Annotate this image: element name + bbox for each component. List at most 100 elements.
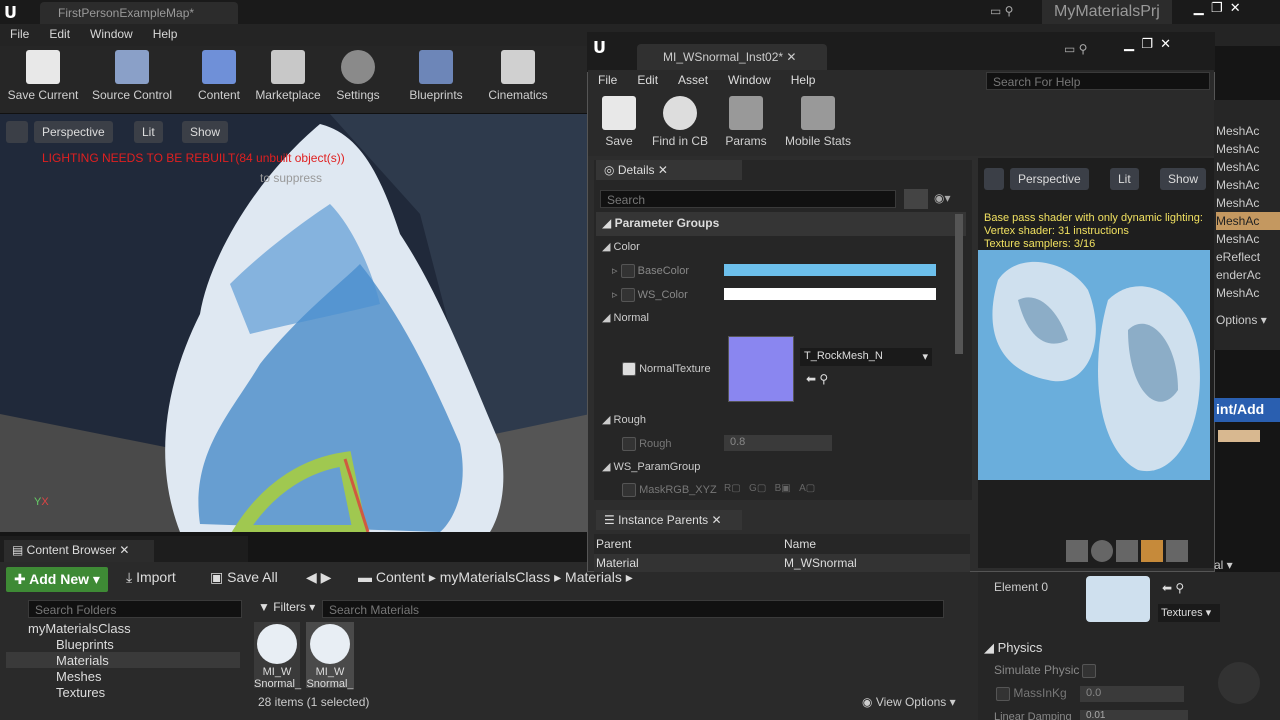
viewport-options-button[interactable] — [6, 121, 28, 143]
source-control-button[interactable]: Source Control — [86, 46, 178, 112]
cinematics-button[interactable]: Cinematics — [484, 46, 552, 112]
instance-parent-row[interactable]: Material M_WSnormal — [594, 554, 970, 572]
blueprints-button[interactable]: Blueprints — [404, 46, 468, 112]
outliner-item[interactable]: enderAc — [1216, 266, 1280, 284]
color-swatch[interactable] — [1218, 430, 1260, 442]
outliner-item[interactable]: MeshAc — [1216, 284, 1280, 302]
eye-icon[interactable]: ◉▾ — [934, 191, 951, 205]
textures-dropdown[interactable]: Textures ▾ — [1158, 604, 1220, 622]
show-button[interactable]: Show — [182, 121, 229, 143]
menu-edit[interactable]: Edit — [39, 24, 80, 44]
outliner-item-selected[interactable]: MeshAc — [1216, 212, 1280, 230]
folder-item-selected[interactable]: Materials — [6, 652, 240, 668]
material-dropdown-partial[interactable]: al ▾ — [1214, 558, 1233, 572]
content-button[interactable]: Content — [194, 46, 244, 112]
outliner-item[interactable]: MeshAc — [1216, 140, 1280, 158]
mobile-stats-button[interactable]: Mobile Stats — [782, 92, 854, 158]
view-options-button[interactable]: ◉ View Options ▾ — [862, 695, 956, 709]
editor-menu-help[interactable]: Help — [781, 70, 826, 90]
material-nav-icons[interactable]: ⬅ ⚲ — [1162, 581, 1184, 595]
filters-button[interactable]: ▼ Filters ▾ — [258, 600, 315, 614]
physics-header[interactable]: ◢ Physics — [980, 638, 1280, 658]
import-button[interactable]: ⤓ Import — [126, 569, 176, 586]
outliner-options-button[interactable]: Options ▾ — [1216, 313, 1267, 327]
asset-tile[interactable]: MI_W Snormal_ — [254, 622, 301, 690]
params-button[interactable]: Params — [722, 92, 770, 158]
folder-item[interactable]: myMaterialsClass — [6, 620, 240, 636]
outliner-item[interactable]: MeshAc — [1216, 230, 1280, 248]
content-browser-tab[interactable]: ▤ Content Browser ✕ — [4, 540, 154, 562]
editor-window-controls[interactable]: ▁ ❐ ✕ — [1124, 36, 1171, 52]
preview-options-button[interactable] — [984, 168, 1004, 190]
level-tab[interactable]: FirstPersonExampleMap* — [40, 2, 238, 24]
outliner-item[interactable]: MeshAc — [1216, 176, 1280, 194]
element-material-thumbnail[interactable] — [1086, 576, 1150, 622]
mask-channels[interactable]: R▢ G▢ B▣ A▢ — [724, 483, 815, 494]
outliner-item[interactable]: MeshAc — [1216, 158, 1280, 176]
preview-perspective-button[interactable]: Perspective — [1010, 168, 1089, 190]
menu-help[interactable]: Help — [143, 24, 188, 44]
preview-shape-buttons[interactable] — [1066, 540, 1208, 564]
menu-file[interactable]: File — [0, 24, 39, 44]
lit-button[interactable]: Lit — [134, 121, 163, 143]
texture-use-browse-icons[interactable]: ⬅ ⚲ — [806, 372, 828, 386]
editor-save-button[interactable]: Save — [600, 92, 638, 158]
save-all-button[interactable]: ▣ Save All — [210, 569, 278, 586]
search-materials-input[interactable]: Search Materials — [322, 600, 944, 618]
ws-param-group[interactable]: ◢ WS_ParamGroup — [596, 458, 966, 482]
outliner-item[interactable]: eReflect — [1216, 248, 1280, 266]
asset-tile-selected[interactable]: MI_W Snormal_ — [306, 622, 354, 690]
linear-damping-input[interactable]: 0.01 — [1080, 710, 1188, 720]
notification-icons[interactable]: ▭ ⚲ — [990, 4, 1013, 18]
list-view-icon[interactable] — [904, 189, 928, 209]
editor-menu-edit[interactable]: Edit — [627, 70, 668, 90]
rough-value-input[interactable]: 0.8 — [724, 435, 832, 451]
preview-lit-button[interactable]: Lit — [1110, 168, 1139, 190]
folder-item[interactable]: Blueprints — [6, 636, 240, 652]
mass-input[interactable]: 0.0 — [1080, 686, 1184, 702]
folder-item[interactable]: Textures — [6, 684, 240, 700]
editor-notification-icons[interactable]: ▭ ⚲ — [1064, 42, 1087, 56]
window-controls[interactable]: ▁ ❐ ✕ — [1190, 0, 1280, 22]
crumb-class[interactable]: myMaterialsClass — [440, 569, 550, 585]
ws-color-swatch[interactable] — [724, 288, 936, 300]
texture-dropdown[interactable]: T_RockMesh_N ▾ — [800, 348, 932, 366]
history-nav[interactable]: ◀ ▶ — [306, 569, 331, 586]
ws-color-checkbox[interactable] — [620, 288, 635, 303]
outliner-item[interactable]: MeshAc — [1216, 194, 1280, 212]
normal-texture-thumbnail[interactable] — [728, 336, 794, 402]
mass-checkbox[interactable] — [996, 686, 1010, 701]
rough-group[interactable]: ◢ Rough — [596, 411, 966, 435]
save-current-button[interactable]: Save Current — [4, 46, 82, 112]
details-search-input[interactable]: Search — [600, 190, 896, 208]
search-folders-input[interactable]: Search Folders — [28, 600, 242, 618]
settings-button[interactable]: Settings — [332, 46, 384, 112]
simulate-checkbox[interactable] — [1082, 663, 1096, 678]
instance-parents-tab[interactable]: ☰ Instance Parents ✕ — [596, 510, 742, 530]
marketplace-button[interactable]: Marketplace — [252, 46, 324, 112]
color-group[interactable]: ◢ Color — [596, 238, 966, 262]
base-color-checkbox[interactable] — [620, 264, 635, 279]
mask-checkbox[interactable] — [622, 483, 636, 497]
add-new-button[interactable]: ✚ Add New ▾ — [6, 567, 108, 592]
find-in-cb-button[interactable]: Find in CB — [650, 92, 710, 158]
normal-texture-checkbox[interactable] — [622, 362, 636, 376]
crumb-content[interactable]: Content — [376, 569, 425, 585]
parameter-groups-header[interactable]: ◢ Parameter Groups — [596, 212, 966, 236]
perspective-button[interactable]: Perspective — [34, 121, 113, 143]
normal-group[interactable]: ◢ Normal — [596, 309, 966, 333]
details-scrollbar[interactable] — [955, 214, 963, 354]
editor-menu-asset[interactable]: Asset — [668, 70, 718, 90]
editor-menu-file[interactable]: File — [588, 70, 627, 90]
search-help-input[interactable]: Search For Help — [986, 72, 1210, 90]
editor-menu-window[interactable]: Window — [718, 70, 781, 90]
preview-show-button[interactable]: Show — [1160, 168, 1207, 190]
base-color-swatch[interactable] — [724, 264, 936, 276]
menu-window[interactable]: Window — [80, 24, 143, 44]
editor-tab[interactable]: MI_WSnormal_Inst02* ✕ — [637, 44, 827, 70]
folder-item[interactable]: Meshes — [6, 668, 240, 684]
details-tab[interactable]: ◎ Details ✕ — [596, 160, 742, 180]
outliner-item[interactable]: MeshAc — [1216, 122, 1280, 140]
rough-checkbox[interactable] — [622, 437, 636, 451]
paint-add-button[interactable]: int/Add — [1214, 398, 1280, 422]
